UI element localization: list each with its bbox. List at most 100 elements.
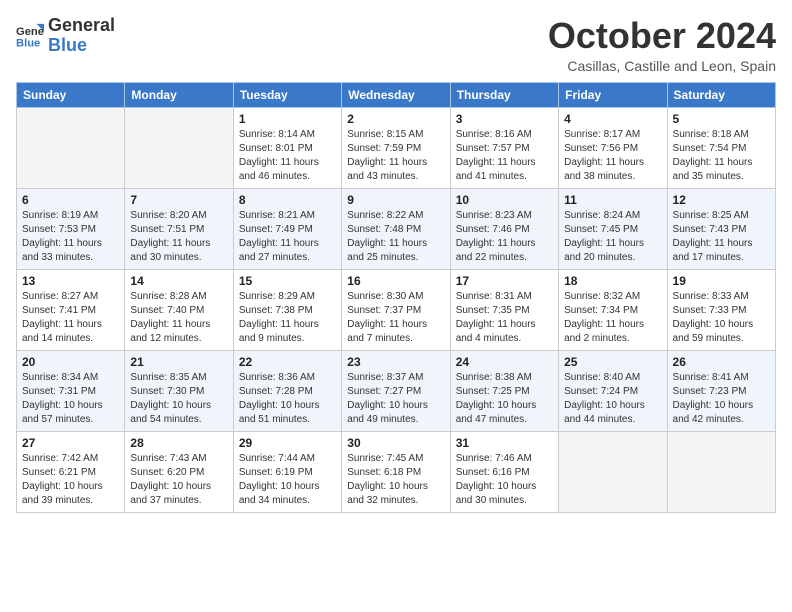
day-info: Sunrise: 8:25 AMSunset: 7:43 PMDaylight:… bbox=[673, 209, 770, 265]
day-number: 6 bbox=[22, 193, 119, 207]
day-info: Sunrise: 8:30 AMSunset: 7:37 PMDaylight:… bbox=[347, 290, 444, 346]
calendar-week-row: 27Sunrise: 7:42 AMSunset: 6:21 PMDayligh… bbox=[17, 431, 776, 512]
calendar-cell: 1 Sunrise: 8:14 AMSunset: 8:01 PMDaylight… bbox=[233, 107, 341, 188]
day-number: 28 bbox=[130, 436, 227, 450]
day-info: Sunrise: 8:24 AMSunset: 7:45 PMDaylight:… bbox=[564, 209, 661, 265]
day-info: Sunrise: 8:28 AMSunset: 7:40 PMDaylight:… bbox=[130, 290, 227, 346]
calendar-cell: 17 Sunrise: 8:31 AMSunset: 7:35 PMDayligh… bbox=[450, 269, 558, 350]
calendar-cell: 21 Sunrise: 8:35 AMSunset: 7:30 PMDayligh… bbox=[125, 350, 233, 431]
day-info: Sunrise: 8:35 AMSunset: 7:30 PMDaylight:… bbox=[130, 371, 227, 427]
calendar-day-header: Wednesday bbox=[342, 82, 450, 107]
day-info: Sunrise: 8:16 AMSunset: 7:57 PMDaylight:… bbox=[456, 128, 553, 184]
calendar-cell: 9 Sunrise: 8:22 AMSunset: 7:48 PMDaylight… bbox=[342, 188, 450, 269]
logo: General Blue GeneralBlue bbox=[16, 16, 115, 56]
calendar-cell: 3Sunrise: 8:16 AMSunset: 7:57 PMDaylight… bbox=[450, 107, 558, 188]
calendar-cell: 15 Sunrise: 8:29 AMSunset: 7:38 PMDayligh… bbox=[233, 269, 341, 350]
day-number: 7 bbox=[130, 193, 227, 207]
day-info: Sunrise: 8:40 AMSunset: 7:24 PMDaylight:… bbox=[564, 371, 661, 427]
logo-text: GeneralBlue bbox=[48, 16, 115, 56]
logo-icon: General Blue bbox=[16, 22, 44, 50]
day-info: Sunrise: 7:43 AMSunset: 6:20 PMDaylight:… bbox=[130, 452, 227, 508]
calendar-cell: 25 Sunrise: 8:40 AMSunset: 7:24 PMDayligh… bbox=[559, 350, 667, 431]
day-number: 15 bbox=[239, 274, 336, 288]
calendar-day-header: Monday bbox=[125, 82, 233, 107]
day-number: 29 bbox=[239, 436, 336, 450]
day-info: Sunrise: 7:44 AMSunset: 6:19 PMDaylight:… bbox=[239, 452, 336, 508]
calendar-cell: 14Sunrise: 8:28 AMSunset: 7:40 PMDayligh… bbox=[125, 269, 233, 350]
calendar-cell bbox=[559, 431, 667, 512]
calendar-cell bbox=[125, 107, 233, 188]
day-info: Sunrise: 8:38 AMSunset: 7:25 PMDaylight:… bbox=[456, 371, 553, 427]
calendar-cell bbox=[667, 431, 775, 512]
calendar-cell: 2Sunrise: 8:15 AMSunset: 7:59 PMDaylight… bbox=[342, 107, 450, 188]
day-number: 5 bbox=[673, 112, 770, 126]
calendar-cell: 18Sunrise: 8:32 AMSunset: 7:34 PMDayligh… bbox=[559, 269, 667, 350]
day-number: 9 bbox=[347, 193, 444, 207]
day-number: 23 bbox=[347, 355, 444, 369]
day-number: 12 bbox=[673, 193, 770, 207]
calendar-cell: 29 Sunrise: 7:44 AMSunset: 6:19 PMDayligh… bbox=[233, 431, 341, 512]
calendar-cell: 20Sunrise: 8:34 AMSunset: 7:31 PMDayligh… bbox=[17, 350, 125, 431]
calendar-cell: 16 Sunrise: 8:30 AMSunset: 7:37 PMDayligh… bbox=[342, 269, 450, 350]
day-number: 21 bbox=[130, 355, 227, 369]
day-number: 2 bbox=[347, 112, 444, 126]
day-number: 30 bbox=[347, 436, 444, 450]
day-info: Sunrise: 8:37 AMSunset: 7:27 PMDaylight:… bbox=[347, 371, 444, 427]
day-number: 27 bbox=[22, 436, 119, 450]
calendar-cell: 23 Sunrise: 8:37 AMSunset: 7:27 PMDayligh… bbox=[342, 350, 450, 431]
day-info: Sunrise: 8:29 AMSunset: 7:38 PMDaylight:… bbox=[239, 290, 336, 346]
location-subtitle: Casillas, Castille and Leon, Spain bbox=[548, 58, 776, 74]
day-info: Sunrise: 8:36 AMSunset: 7:28 PMDaylight:… bbox=[239, 371, 336, 427]
day-number: 26 bbox=[673, 355, 770, 369]
calendar-day-header: Friday bbox=[559, 82, 667, 107]
page-header: General Blue GeneralBlue October 2024 Ca… bbox=[16, 16, 776, 74]
day-number: 22 bbox=[239, 355, 336, 369]
day-info: Sunrise: 8:14 AMSunset: 8:01 PMDaylight:… bbox=[239, 128, 336, 184]
day-number: 13 bbox=[22, 274, 119, 288]
month-title: October 2024 bbox=[548, 16, 776, 56]
day-info: Sunrise: 8:22 AMSunset: 7:48 PMDaylight:… bbox=[347, 209, 444, 265]
day-info: Sunrise: 8:23 AMSunset: 7:46 PMDaylight:… bbox=[456, 209, 553, 265]
calendar-week-row: 20Sunrise: 8:34 AMSunset: 7:31 PMDayligh… bbox=[17, 350, 776, 431]
calendar-cell: 27Sunrise: 7:42 AMSunset: 6:21 PMDayligh… bbox=[17, 431, 125, 512]
calendar-cell: 26Sunrise: 8:41 AMSunset: 7:23 PMDayligh… bbox=[667, 350, 775, 431]
calendar-cell: 7 Sunrise: 8:20 AMSunset: 7:51 PMDaylight… bbox=[125, 188, 233, 269]
calendar-cell: 22 Sunrise: 8:36 AMSunset: 7:28 PMDayligh… bbox=[233, 350, 341, 431]
day-number: 24 bbox=[456, 355, 553, 369]
calendar-cell: 11 Sunrise: 8:24 AMSunset: 7:45 PMDayligh… bbox=[559, 188, 667, 269]
day-info: Sunrise: 8:18 AMSunset: 7:54 PMDaylight:… bbox=[673, 128, 770, 184]
day-number: 4 bbox=[564, 112, 661, 126]
calendar-cell: 28 Sunrise: 7:43 AMSunset: 6:20 PMDayligh… bbox=[125, 431, 233, 512]
calendar-cell: 5 Sunrise: 8:18 AMSunset: 7:54 PMDaylight… bbox=[667, 107, 775, 188]
day-number: 25 bbox=[564, 355, 661, 369]
day-number: 1 bbox=[239, 112, 336, 126]
day-number: 11 bbox=[564, 193, 661, 207]
day-number: 20 bbox=[22, 355, 119, 369]
calendar-header-row: SundayMondayTuesdayWednesdayThursdayFrid… bbox=[17, 82, 776, 107]
day-number: 16 bbox=[347, 274, 444, 288]
day-number: 8 bbox=[239, 193, 336, 207]
calendar-cell: 13 Sunrise: 8:27 AMSunset: 7:41 PMDayligh… bbox=[17, 269, 125, 350]
day-info: Sunrise: 7:45 AMSunset: 6:18 PMDaylight:… bbox=[347, 452, 444, 508]
day-info: Sunrise: 8:32 AMSunset: 7:34 PMDaylight:… bbox=[564, 290, 661, 346]
calendar-cell bbox=[17, 107, 125, 188]
calendar-cell: 4Sunrise: 8:17 AMSunset: 7:56 PMDaylight… bbox=[559, 107, 667, 188]
day-info: Sunrise: 8:27 AMSunset: 7:41 PMDaylight:… bbox=[22, 290, 119, 346]
calendar-cell: 8 Sunrise: 8:21 AMSunset: 7:49 PMDaylight… bbox=[233, 188, 341, 269]
calendar-cell: 31Sunrise: 7:46 AMSunset: 6:16 PMDayligh… bbox=[450, 431, 558, 512]
day-info: Sunrise: 8:31 AMSunset: 7:35 PMDaylight:… bbox=[456, 290, 553, 346]
day-number: 17 bbox=[456, 274, 553, 288]
calendar-cell: 30 Sunrise: 7:45 AMSunset: 6:18 PMDayligh… bbox=[342, 431, 450, 512]
calendar-cell: 24 Sunrise: 8:38 AMSunset: 7:25 PMDayligh… bbox=[450, 350, 558, 431]
day-info: Sunrise: 8:21 AMSunset: 7:49 PMDaylight:… bbox=[239, 209, 336, 265]
day-info: Sunrise: 8:20 AMSunset: 7:51 PMDaylight:… bbox=[130, 209, 227, 265]
calendar-cell: 12 Sunrise: 8:25 AMSunset: 7:43 PMDayligh… bbox=[667, 188, 775, 269]
svg-text:Blue: Blue bbox=[16, 37, 40, 49]
calendar-week-row: 13 Sunrise: 8:27 AMSunset: 7:41 PMDayligh… bbox=[17, 269, 776, 350]
calendar-table: SundayMondayTuesdayWednesdayThursdayFrid… bbox=[16, 82, 776, 513]
svg-text:General: General bbox=[16, 26, 44, 38]
calendar-day-header: Saturday bbox=[667, 82, 775, 107]
title-area: October 2024 Casillas, Castille and Leon… bbox=[548, 16, 776, 74]
calendar-day-header: Tuesday bbox=[233, 82, 341, 107]
calendar-day-header: Sunday bbox=[17, 82, 125, 107]
